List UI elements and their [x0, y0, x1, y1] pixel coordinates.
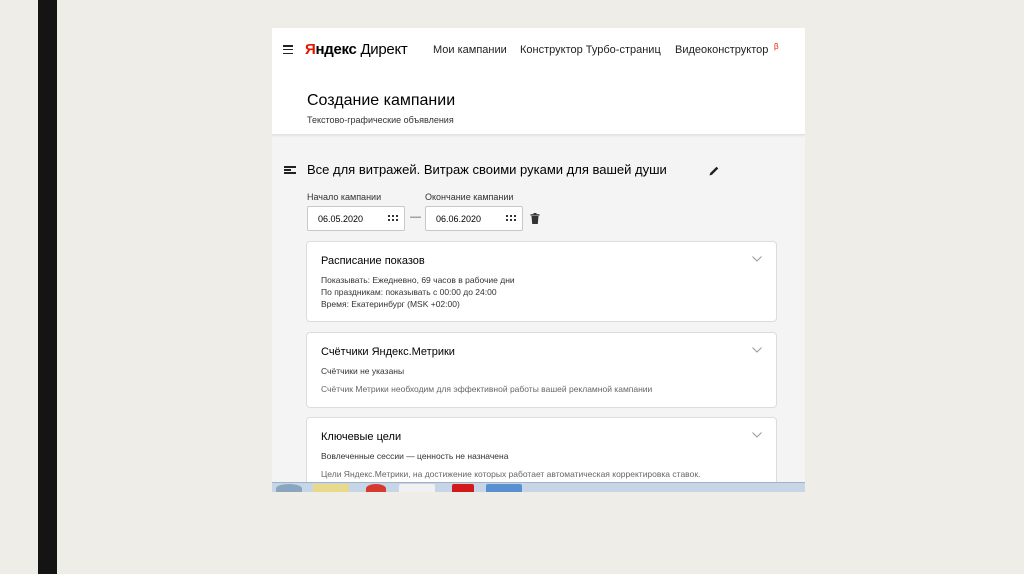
start-date-field[interactable]: 06.05.2020 — [307, 206, 405, 231]
nav-video-constructor[interactable]: Видеоконструктор — [675, 44, 768, 56]
goals-hint: Цели Яндекс.Метрики, на достижение котор… — [321, 469, 701, 479]
schedule-holidays: По праздникам: показывать с 00:00 до 24:… — [321, 287, 497, 297]
start-button-icon[interactable] — [276, 484, 302, 492]
word-icon[interactable] — [486, 484, 522, 492]
metrika-title: Счётчики Яндекс.Метрики — [321, 346, 455, 358]
nav-my-campaigns[interactable]: Мои кампании — [433, 44, 507, 56]
page-subtitle: Текстово-графические объявления — [307, 115, 454, 125]
pencil-icon[interactable] — [708, 165, 720, 177]
schedule-panel[interactable]: Расписание показов Показывать: Ежедневно… — [306, 241, 777, 322]
end-date-field[interactable]: 06.06.2020 — [425, 206, 523, 231]
goals-title: Ключевые цели — [321, 431, 402, 443]
metrika-hint: Счётчик Метрики необходим для эффективно… — [321, 384, 653, 394]
browser-icon[interactable] — [366, 484, 386, 492]
end-date-label: Окончание кампании — [425, 192, 514, 202]
menu-icon[interactable] — [283, 45, 293, 55]
chevron-down-icon[interactable] — [752, 347, 762, 353]
calendar-icon[interactable] — [506, 215, 516, 223]
yandex-direct-logo[interactable]: Яндекс Директ — [305, 41, 408, 58]
app-icon[interactable] — [399, 484, 435, 492]
schedule-timezone: Время: Екатеринбург (MSK +02:00) — [321, 299, 460, 309]
page-header: Создание кампании Текстово-графические о… — [272, 74, 805, 135]
calendar-icon[interactable] — [388, 215, 398, 223]
metrika-status: Счётчики не указаны — [321, 366, 405, 376]
yandex-icon[interactable] — [452, 484, 474, 492]
schedule-days: Показывать: Ежедневно, 69 часов в рабочи… — [321, 275, 515, 285]
campaign-name-row: Все для витражей. Витраж своими руками д… — [284, 162, 794, 180]
os-taskbar — [272, 482, 805, 492]
date-separator: — — [410, 211, 421, 223]
page-title: Создание кампании — [307, 92, 456, 109]
chevron-down-icon[interactable] — [752, 256, 762, 262]
chevron-down-icon[interactable] — [752, 432, 762, 438]
slide-left-bar — [38, 0, 57, 574]
beta-badge: β — [774, 42, 779, 51]
goals-panel[interactable]: Ключевые цели Вовлеченные сессии — ценно… — [306, 417, 777, 492]
explorer-icon[interactable] — [313, 484, 349, 492]
list-icon — [284, 166, 296, 175]
metrika-panel[interactable]: Счётчики Яндекс.Метрики Счётчики не указ… — [306, 332, 777, 408]
start-date-label: Начало кампании — [307, 192, 382, 202]
campaign-name: Все для витражей. Витраж своими руками д… — [307, 162, 667, 177]
trash-icon[interactable] — [530, 213, 540, 224]
top-navigation: Яндекс Директ Мои кампании Конструктор Т… — [272, 28, 805, 74]
browser-screenshot: Яндекс Директ Мои кампании Конструктор Т… — [272, 28, 805, 492]
nav-turbo-constructor[interactable]: Конструктор Турбо-страниц — [520, 44, 661, 56]
goals-engaged-sessions: Вовлеченные сессии — ценность не назначе… — [321, 451, 509, 461]
schedule-title: Расписание показов — [321, 255, 425, 267]
